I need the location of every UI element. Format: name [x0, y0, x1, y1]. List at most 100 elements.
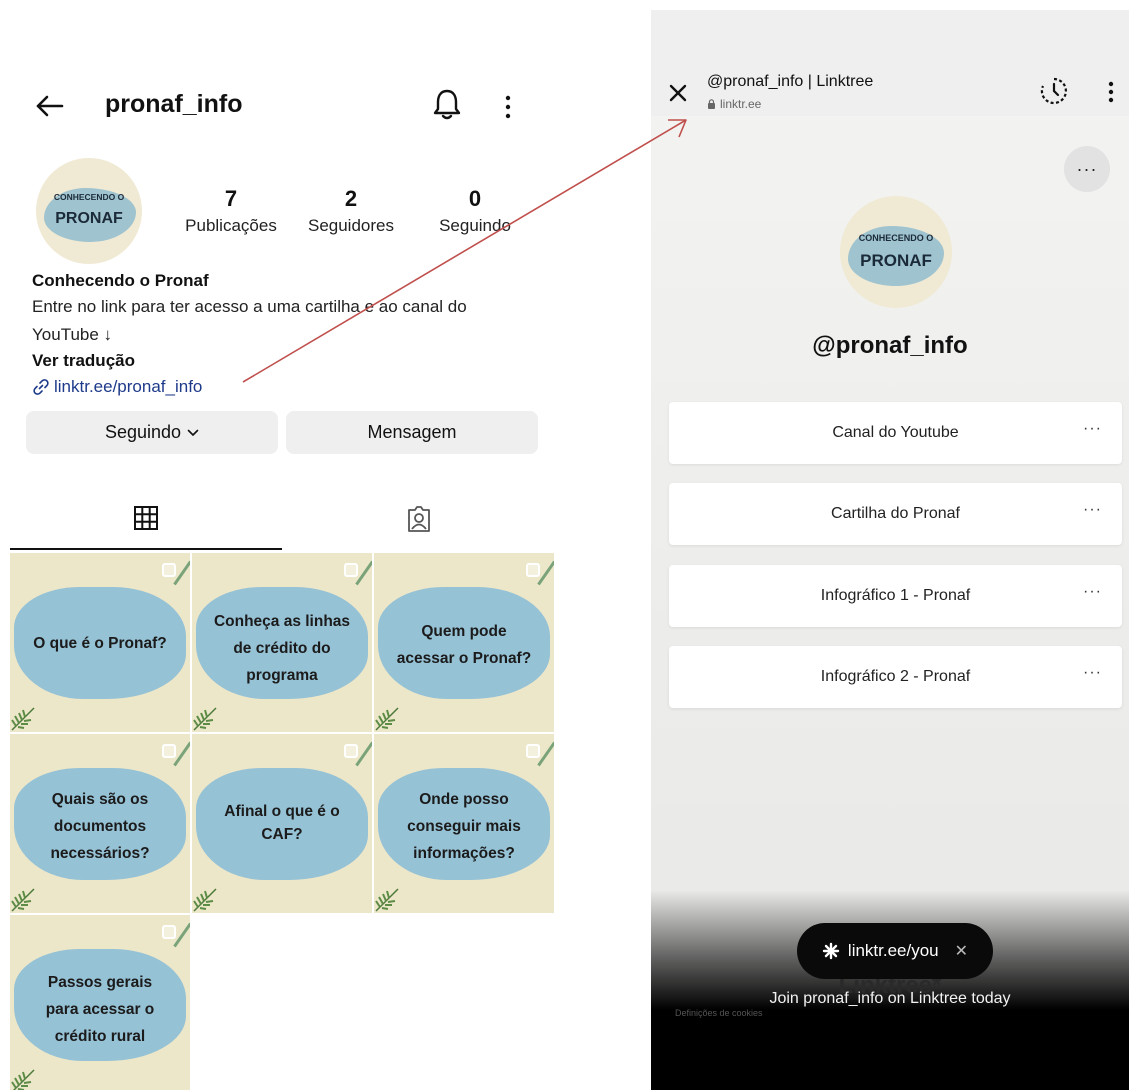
message-button-label: Mensagem [367, 422, 457, 442]
profile-more-button[interactable]: ··· [1064, 146, 1110, 192]
stat-posts-label: Publicações [185, 216, 277, 235]
profile-header: pronaf_info [10, 84, 555, 126]
link-more-icon[interactable]: ··· [1083, 583, 1102, 601]
post-line: acessar o Pronaf? [396, 650, 532, 667]
browser-url: linktr.ee [707, 97, 761, 111]
link-button-infografico-1[interactable]: Infográfico 1 - Pronaf ··· [669, 565, 1122, 627]
link-button-youtube[interactable]: Canal do Youtube ··· [669, 402, 1122, 464]
stat-followers-value: 2 [344, 186, 358, 211]
linktree-asterisk-icon [822, 942, 840, 960]
post-tile-text: Conheça as linhas de crédito do programa [194, 608, 370, 689]
link-label: Cartilha do Pronaf [831, 505, 960, 522]
join-cta[interactable]: Join pronaf_info on Linktree today [651, 990, 1129, 1008]
linktree-avatar: CONHECENDO O PRONAF [840, 196, 952, 308]
link-more-icon[interactable]: ··· [1083, 664, 1102, 682]
cookie-settings-link[interactable]: Definições de cookies [675, 1008, 763, 1018]
stat-posts-value: 7 [224, 186, 238, 211]
stat-posts[interactable]: 7 Publicações [175, 186, 287, 236]
browser-toolbar: @pronaf_info | Linktree linktr.ee [651, 10, 1129, 116]
post-tile[interactable]: Afinal o que é o CAF? [192, 734, 372, 913]
profile-username: pronaf_info [105, 90, 243, 118]
browser-page-title: @pronaf_info | Linktree [707, 73, 874, 90]
post-tile-text: Afinal o que é o CAF? [194, 798, 370, 848]
linktree-handle: @pronaf_info [812, 332, 968, 359]
bell-icon[interactable] [430, 86, 464, 122]
instagram-profile: pronaf_info CONHECENDO O PRONAF 7 Public… [10, 0, 555, 1090]
post-line: necessários? [50, 845, 150, 862]
more-options-icon[interactable] [500, 88, 516, 124]
dismiss-pill-icon[interactable]: ✕ [955, 941, 968, 961]
message-button[interactable]: Mensagem [286, 411, 538, 454]
bio-link-text: linktr.ee/pronaf_info [54, 377, 203, 396]
post-line: Quem pode [421, 623, 507, 640]
post-tile-text: O que é o Pronaf? [12, 630, 188, 657]
fern-icon [375, 707, 399, 731]
browser-menu-icon[interactable] [1106, 78, 1116, 106]
profile-tabs [10, 488, 555, 550]
post-line: de crédito do [233, 640, 331, 657]
post-tile[interactable]: Quem pode acessar o Pronaf? [374, 553, 554, 732]
bio-text-line1: Entre no link para ter acesso a uma cart… [32, 297, 467, 316]
chevron-down-icon [187, 429, 199, 436]
post-tile[interactable]: O que é o Pronaf? [10, 553, 190, 732]
link-button-cartilha[interactable]: Cartilha do Pronaf ··· [669, 483, 1122, 545]
see-translation-link[interactable]: Ver tradução [32, 348, 552, 374]
avatar-text-top: CONHECENDO O [858, 233, 934, 243]
link-more-icon[interactable]: ··· [1083, 420, 1102, 438]
link-button-infografico-2[interactable]: Infográfico 2 - Pronaf ··· [669, 646, 1122, 708]
link-label: Canal do Youtube [832, 424, 959, 441]
stat-followers-label: Seguidores [307, 216, 394, 235]
post-line: CAF? [261, 826, 303, 843]
avatar-text-main: PRONAF [55, 210, 123, 227]
bio-name: Conhecendo o Pronaf [32, 271, 209, 290]
link-label: Infográfico 2 - Pronaf [820, 668, 971, 685]
following-button-label: Seguindo [104, 422, 182, 442]
fern-icon [11, 888, 35, 912]
post-tile[interactable]: Onde posso conseguir mais informações? [374, 734, 554, 913]
link-icon [33, 379, 49, 395]
claim-url-pill[interactable]: linktr.ee/you ✕ [797, 923, 993, 979]
post-tile[interactable]: Passos gerais para acessar o crédito rur… [10, 915, 190, 1090]
fern-icon [193, 888, 217, 912]
post-tile-text: Quem pode acessar o Pronaf? [376, 618, 552, 672]
fern-icon [11, 707, 35, 731]
post-tile[interactable]: Quais são os documentos necessários? [10, 734, 190, 913]
tab-posts-grid[interactable] [10, 488, 282, 550]
browser-url-text: linktr.ee [720, 97, 762, 111]
post-line: crédito rural [54, 1028, 146, 1045]
stat-following[interactable]: 0 Seguindo [430, 186, 520, 236]
multi-post-icon [162, 563, 176, 577]
fern-icon [193, 707, 217, 731]
linktree-browser: @pronaf_info | Linktree linktr.ee ··· CO… [651, 10, 1129, 1090]
post-line: Conheça as linhas [213, 613, 351, 630]
post-line: Passos gerais [47, 974, 153, 991]
claim-url-label: linktr.ee/you [847, 941, 939, 960]
history-icon[interactable] [1039, 76, 1069, 106]
multi-post-icon [526, 563, 540, 577]
following-button[interactable]: Seguindo [26, 411, 278, 454]
post-tile-text: Onde posso conseguir mais informações? [376, 786, 552, 867]
profile-avatar[interactable]: CONHECENDO O PRONAF [36, 158, 142, 264]
multi-post-icon [526, 744, 540, 758]
post-line: para acessar o [45, 1001, 155, 1018]
fern-icon [375, 888, 399, 912]
profile-bio: Conhecendo o Pronaf Entre no link para t… [32, 268, 552, 400]
bio-text-line2: YouTube ↓ [32, 325, 113, 344]
close-icon[interactable] [667, 82, 689, 104]
stat-following-label: Seguindo [439, 216, 511, 235]
post-line: programa [246, 667, 318, 684]
tab-tagged[interactable] [283, 488, 555, 550]
link-more-icon[interactable]: ··· [1083, 501, 1102, 519]
multi-post-icon [344, 563, 358, 577]
post-line: O que é o Pronaf? [33, 635, 167, 652]
back-arrow-icon[interactable] [32, 88, 68, 124]
tagged-person-icon [408, 506, 430, 532]
post-line: informações? [413, 845, 515, 862]
fern-icon [11, 1069, 35, 1090]
bio-link[interactable]: linktr.ee/pronaf_info [32, 374, 552, 400]
post-line: conseguir mais [407, 818, 521, 835]
stat-followers[interactable]: 2 Seguidores [300, 186, 402, 236]
post-tile[interactable]: Conheça as linhas de crédito do programa [192, 553, 372, 732]
avatar-text-main: PRONAF [860, 251, 932, 270]
link-label: Infográfico 1 - Pronaf [820, 587, 971, 604]
